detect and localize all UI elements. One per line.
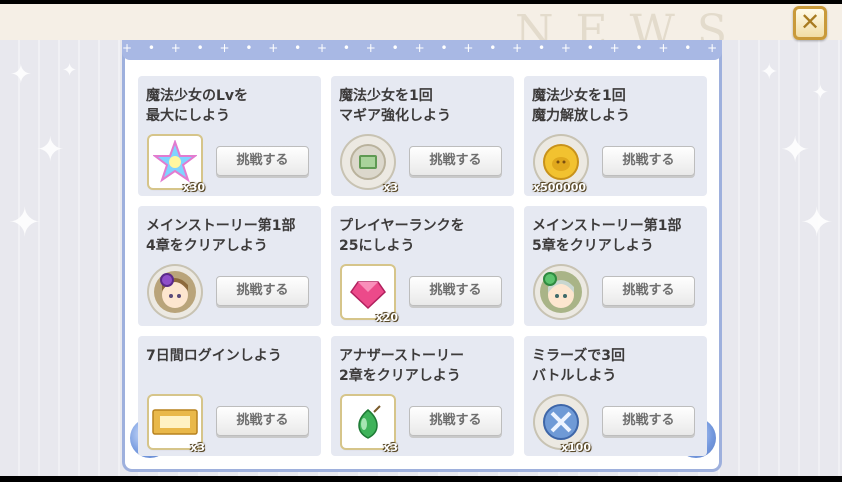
mission-card: メインストーリー第1部 4章をクリアしよう 挑戦する xyxy=(138,206,321,326)
mission-grid: 魔法少女のLvを 最大にしよう x30 挑戦する 魔法少女を1回 マギア強化しよ… xyxy=(138,76,708,456)
sparkle-icon: ✦ xyxy=(800,200,834,246)
mission-title: メインストーリー第1部 5章をクリアしよう xyxy=(532,218,682,254)
header-band: NEWS xyxy=(0,4,842,57)
reward-quantity: x500000 xyxy=(533,181,587,194)
reward-quantity: x100 xyxy=(560,441,591,454)
challenge-button[interactable]: 挑戦する xyxy=(409,406,502,436)
mission-card: アナザーストーリー 2章をクリアしよう x3 挑戦する xyxy=(331,336,514,456)
reward-quantity: x3 xyxy=(383,441,398,454)
sparkle-icon: ✦ xyxy=(812,80,829,104)
reward-quantity: x3 xyxy=(190,441,205,454)
rainbow-star-crystal-icon: x30 xyxy=(149,136,205,194)
mission-card: プレイヤーランクを 25にしよう x20 挑戦する xyxy=(331,206,514,326)
challenge-button[interactable]: 挑戦する xyxy=(216,146,309,176)
challenge-button[interactable]: 挑戦する xyxy=(602,406,695,436)
blue-sword-coin-icon: x100 xyxy=(535,396,591,454)
sparkle-icon: ✦ xyxy=(760,60,779,85)
mission-card: 魔法少女を1回 マギア強化しよう x3 挑戦する xyxy=(331,76,514,196)
mission-title: 魔法少女を1回 魔力解放しよう xyxy=(532,88,630,124)
sparkle-icon: ✦ xyxy=(8,200,42,246)
reward-quantity: x20 xyxy=(375,311,398,324)
gold-ticket-icon: x3 xyxy=(149,396,205,454)
chibi-character-green-icon xyxy=(535,266,587,318)
mission-title: プレイヤーランクを 25にしよう xyxy=(339,218,465,254)
mission-title: 魔法少女のLvを 最大にしよう xyxy=(146,88,249,124)
sparkle-icon: ✦ xyxy=(10,60,32,90)
mission-title: 魔法少女を1回 マギア強化しよう xyxy=(339,88,451,124)
challenge-button[interactable]: 挑戦する xyxy=(602,146,695,176)
sparkle-icon: ✦ xyxy=(780,130,811,171)
challenge-button[interactable]: 挑戦する xyxy=(602,276,695,306)
pink-gem-icon: x20 xyxy=(342,266,398,324)
panel-trim: + • + • + • + • + • + • + • + • + • + • … xyxy=(122,40,722,60)
gold-coin-icon: x500000 xyxy=(533,136,587,194)
mission-card: メインストーリー第1部 5章をクリアしよう 挑戦する xyxy=(524,206,707,326)
bottom-edge xyxy=(0,476,842,482)
reward-quantity: x3 xyxy=(383,181,398,194)
mission-card: 魔法少女のLvを 最大にしよう x30 挑戦する xyxy=(138,76,321,196)
mission-card: ミラーズで3回 バトルしよう x100 挑戦する xyxy=(524,336,707,456)
trim-decoration: + • + • + • + • + • + • + • + • + • + • … xyxy=(122,41,722,55)
mission-title: アナザーストーリー 2章をクリアしよう xyxy=(339,348,465,384)
mission-card: 7日間ログインしよう x3 挑戦する xyxy=(138,336,321,456)
green-scroll-coin-icon: x3 xyxy=(342,136,398,194)
mission-title: メインストーリー第1部 4章をクリアしよう xyxy=(146,218,296,254)
sparkle-icon: ✦ xyxy=(36,130,65,170)
close-button[interactable]: ✕ xyxy=(793,6,827,40)
reward-quantity: x30 xyxy=(182,181,205,194)
mission-card: 魔法少女を1回 魔力解放しよう x500000 挑戦する xyxy=(524,76,707,196)
sparkle-icon: ✦ xyxy=(62,60,78,81)
mission-title: ミラーズで3回 バトルしよう xyxy=(532,348,626,384)
mission-title: 7日間ログインしよう xyxy=(146,348,282,364)
challenge-button[interactable]: 挑戦する xyxy=(216,276,309,306)
chibi-character-purple-icon xyxy=(149,266,201,318)
challenge-button[interactable]: 挑戦する xyxy=(216,406,309,436)
challenge-button[interactable]: 挑戦する xyxy=(409,146,502,176)
challenge-button[interactable]: 挑戦する xyxy=(409,276,502,306)
green-drop-icon: x3 xyxy=(342,396,398,454)
